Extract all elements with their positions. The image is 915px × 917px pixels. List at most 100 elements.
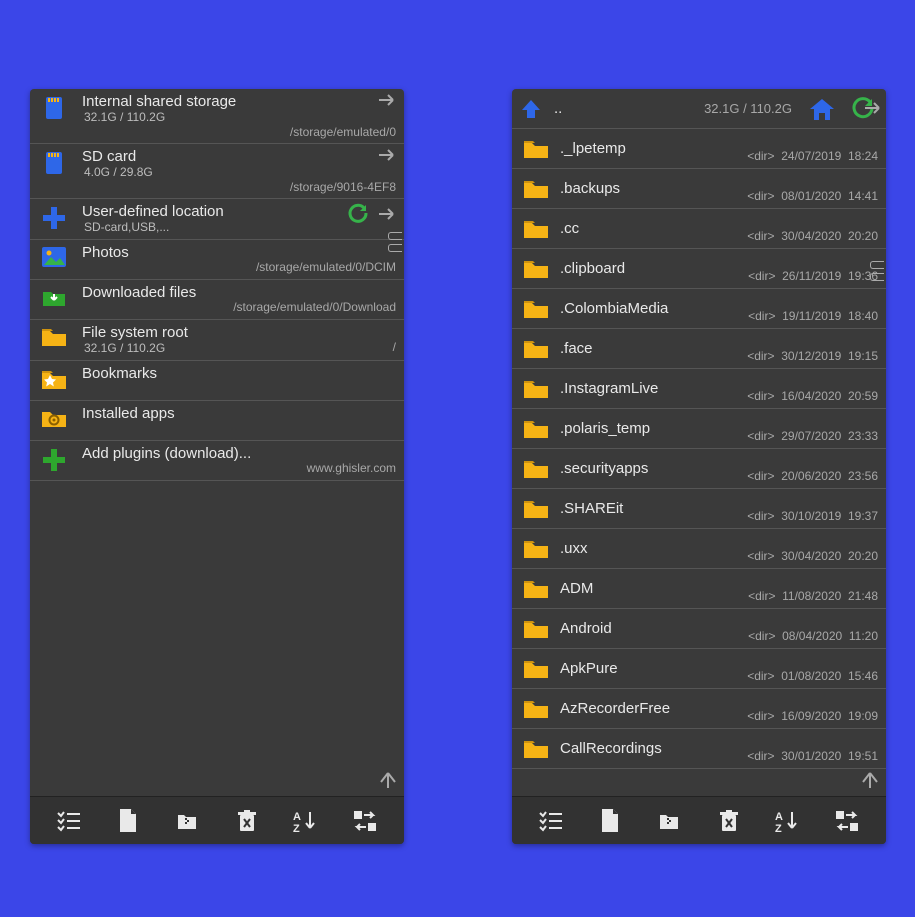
select-button[interactable]: [49, 801, 89, 841]
swap-panels-button[interactable]: [827, 801, 867, 841]
location-subtitle: 4.0G / 29.8G: [82, 165, 284, 180]
location-title: User-defined location: [82, 203, 340, 220]
location-title: Internal shared storage: [82, 93, 284, 110]
file-row[interactable]: CallRecordings<dir> 30/01/2020 19:51: [512, 729, 886, 769]
file-row[interactable]: ._lpetemp<dir> 24/07/2019 18:24: [512, 129, 886, 169]
file-row[interactable]: .ColombiaMedia<dir> 19/11/2019 18:40: [512, 289, 886, 329]
download-green-icon: [36, 284, 72, 308]
location-row[interactable]: SD card4.0G / 29.8G/storage/9016-4EF8: [30, 144, 404, 199]
svg-text:A: A: [775, 811, 783, 823]
arrow-right-icon[interactable]: [378, 207, 396, 221]
folder-icon: [518, 618, 554, 640]
location-row[interactable]: Photos/storage/emulated/0/DCIM: [30, 240, 404, 280]
folder-icon: [518, 338, 554, 360]
arrow-right-icon[interactable]: [378, 148, 396, 162]
swap-panels-button[interactable]: [345, 801, 385, 841]
location-path: /storage/9016-4EF8: [290, 164, 396, 194]
folder-icon: [518, 738, 554, 760]
delete-button[interactable]: [709, 801, 749, 841]
new-file-button[interactable]: [590, 801, 630, 841]
left-panel: Internal shared storage 32.1G / 110.2G/st…: [30, 89, 404, 844]
location-row[interactable]: File system root32.1G / 110.2G/: [30, 320, 404, 361]
file-row[interactable]: .InstagramLive<dir> 16/04/2020 20:59: [512, 369, 886, 409]
file-row[interactable]: .SHAREit<dir> 30/10/2019 19:37: [512, 489, 886, 529]
reload-icon[interactable]: [346, 203, 368, 225]
sort-button[interactable]: AZ: [768, 801, 808, 841]
folder-icon: [518, 458, 554, 480]
svg-text:Z: Z: [293, 823, 300, 833]
file-header: .. 32.1G / 110.2G: [512, 89, 886, 129]
file-row[interactable]: .clipboard <dir> 26/11/2019 19:36: [512, 249, 886, 289]
file-row[interactable]: ApkPure<dir> 01/08/2020 15:46: [512, 649, 886, 689]
location-row[interactable]: User-defined locationSD-card,USB,...: [30, 199, 404, 240]
location-row[interactable]: Bookmarks: [30, 361, 404, 401]
location-subtitle: SD-card,USB,...: [82, 220, 340, 235]
bottom-toolbar: AZ: [30, 796, 404, 844]
folder-icon: [518, 298, 554, 320]
plus-green-icon: [36, 445, 72, 473]
location-row[interactable]: Internal shared storage32.1G / 110.2G/st…: [30, 89, 404, 144]
file-row[interactable]: .uxx<dir> 30/04/2020 20:20: [512, 529, 886, 569]
folder-icon: [518, 418, 554, 440]
file-meta: <dir> 30/01/2020 19:51: [747, 735, 878, 763]
location-row[interactable]: Add plugins (download)...www.ghisler.com: [30, 441, 404, 481]
location-title: SD card: [82, 148, 284, 165]
location-row[interactable]: Downloaded files/storage/emulated/0/Down…: [30, 280, 404, 320]
folder-yellow-icon: [36, 324, 72, 348]
file-name: .InstagramLive: [560, 380, 741, 397]
sort-button[interactable]: AZ: [286, 801, 326, 841]
panel-tabs[interactable]: [388, 232, 402, 252]
sd-blue-icon: [36, 148, 72, 176]
file-row[interactable]: AzRecorderFree<dir> 16/09/2020 19:09: [512, 689, 886, 729]
location-row[interactable]: Installed apps: [30, 401, 404, 441]
delete-button[interactable]: [227, 801, 267, 841]
storage-info: 32.1G / 110.2G: [570, 101, 798, 116]
home-button[interactable]: [806, 96, 838, 122]
file-row[interactable]: .securityapps<dir> 20/06/2020 23:56: [512, 449, 886, 489]
right-panel: .. 32.1G / 110.2G ._lpetemp<dir> 24/07/2…: [512, 89, 886, 844]
folder-icon: [518, 178, 554, 200]
file-row[interactable]: Android<dir> 08/04/2020 11:20: [512, 609, 886, 649]
file-name: .uxx: [560, 540, 741, 557]
location-title: Downloaded files: [82, 284, 227, 301]
zip-button[interactable]: [649, 801, 689, 841]
file-name: AzRecorderFree: [560, 700, 741, 717]
file-meta: <dir> 30/04/2020 20:20: [747, 215, 878, 243]
new-file-button[interactable]: [108, 801, 148, 841]
sd-blue-icon: [36, 93, 72, 121]
file-row[interactable]: ADM<dir> 11/08/2020 21:48: [512, 569, 886, 609]
plus-blue-icon: [36, 203, 72, 231]
location-right: /storage/emulated/0/DCIM: [256, 244, 396, 274]
location-path: /: [393, 324, 396, 354]
panel-tabs[interactable]: [870, 261, 884, 281]
select-button[interactable]: [531, 801, 571, 841]
location-right: /storage/emulated/0/Download: [233, 284, 396, 314]
file-name: .SHAREit: [560, 500, 741, 517]
file-meta: <dir> 01/08/2020 15:46: [747, 655, 878, 683]
location-right: /: [393, 324, 396, 354]
scroll-top-arrow[interactable]: [860, 770, 880, 790]
file-list: ._lpetemp<dir> 24/07/2019 18:24.backups<…: [512, 129, 886, 796]
location-right: /storage/emulated/0: [290, 93, 396, 139]
file-name: .securityapps: [560, 460, 741, 477]
file-row[interactable]: .backups<dir> 08/01/2020 14:41: [512, 169, 886, 209]
file-row[interactable]: .cc<dir> 30/04/2020 20:20: [512, 209, 886, 249]
file-row[interactable]: .face<dir> 30/12/2019 19:15: [512, 329, 886, 369]
folder-icon: [518, 258, 554, 280]
file-meta: <dir> 26/11/2019 19:36: [748, 255, 878, 283]
arrow-right-icon[interactable]: [378, 93, 396, 107]
location-title: Photos: [82, 244, 250, 261]
location-right: /storage/9016-4EF8: [290, 148, 396, 194]
parent-dir-label[interactable]: ..: [554, 100, 562, 117]
scroll-top-arrow[interactable]: [378, 770, 398, 790]
zip-button[interactable]: [167, 801, 207, 841]
folder-icon: [518, 498, 554, 520]
folder-icon: [518, 578, 554, 600]
file-name: .clipboard: [560, 260, 742, 277]
location-subtitle: 32.1G / 110.2G: [82, 341, 387, 356]
parent-dir-icon[interactable]: [518, 97, 546, 121]
folder-icon: [518, 698, 554, 720]
location-path: /storage/emulated/0: [290, 109, 396, 139]
file-row[interactable]: .polaris_temp<dir> 29/07/2020 23:33: [512, 409, 886, 449]
next-panel-arrow[interactable]: [864, 101, 882, 115]
